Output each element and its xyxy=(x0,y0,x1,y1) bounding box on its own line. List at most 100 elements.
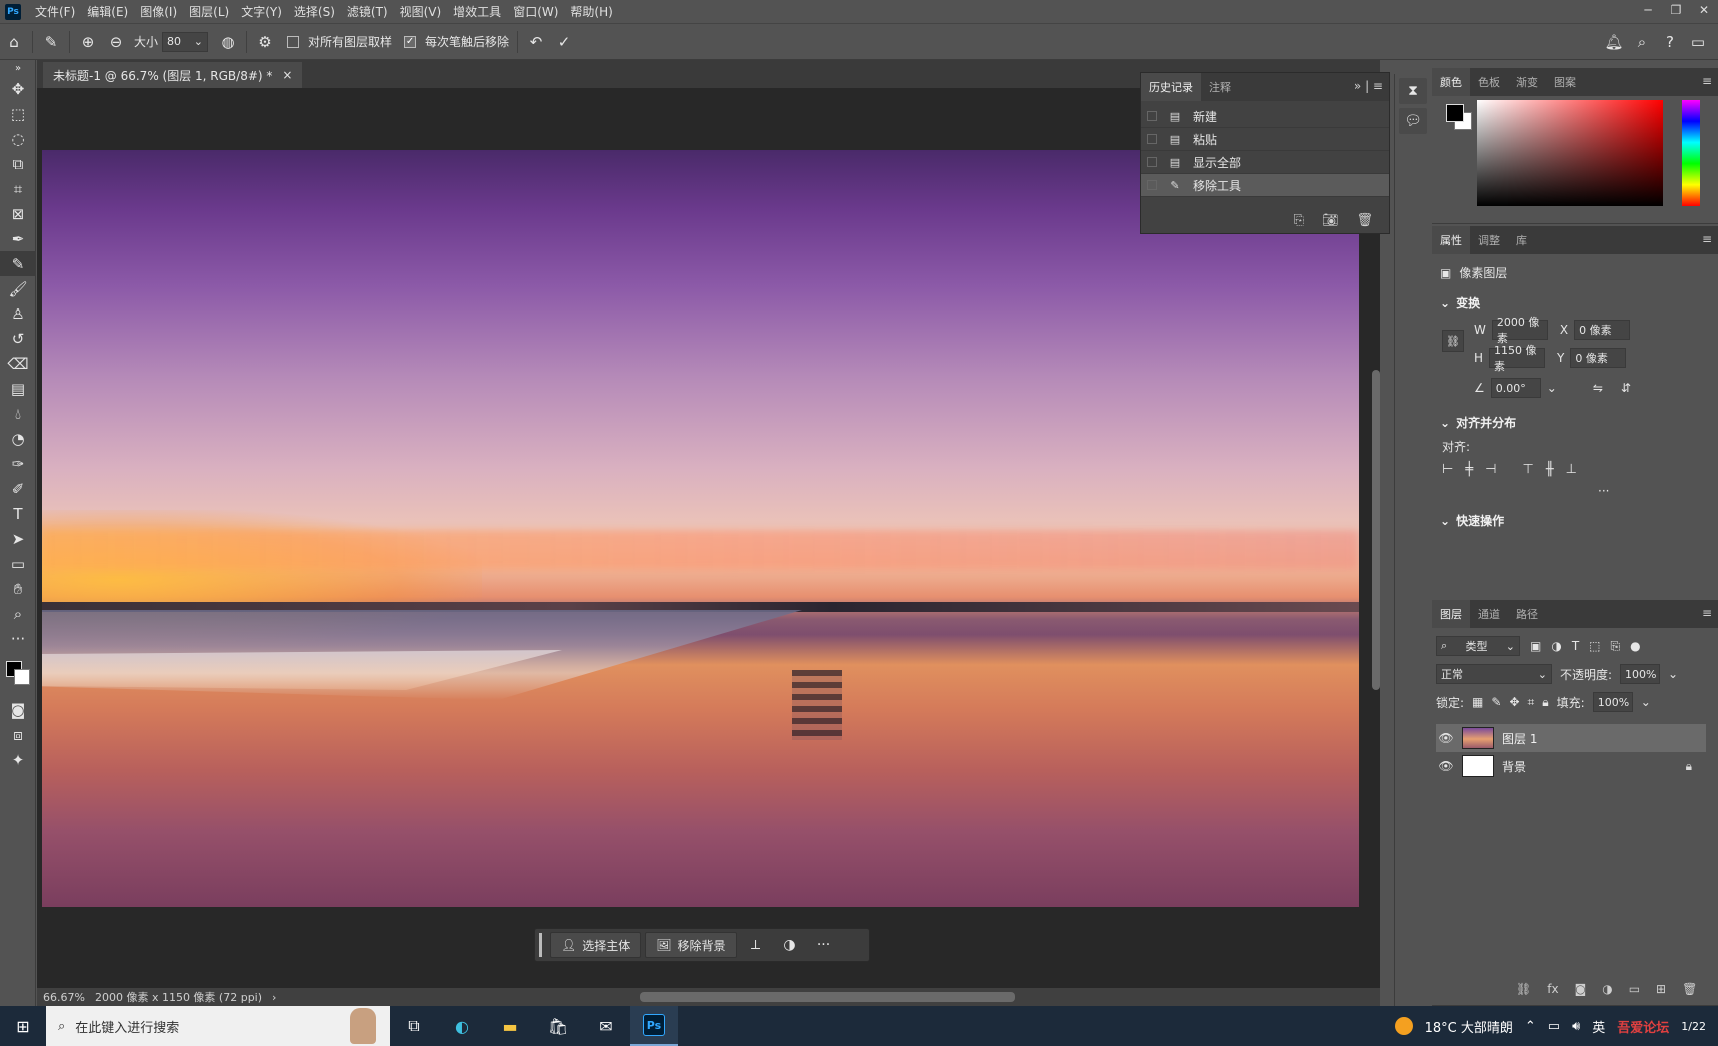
tab-paths[interactable]: 路径 xyxy=(1508,600,1546,628)
home-icon[interactable]: ⌂ xyxy=(0,28,28,56)
pen-tool-icon[interactable]: ✑ xyxy=(0,451,36,476)
layer-filter-select[interactable]: ⌕ 类型 ⌄ xyxy=(1436,636,1520,656)
menu-file[interactable]: 文件(F) xyxy=(29,3,81,20)
collapse-icon[interactable]: » xyxy=(0,60,36,76)
menu-filter[interactable]: 滤镜(T) xyxy=(341,3,394,20)
tab-properties[interactable]: 属性 xyxy=(1432,226,1470,254)
transform-icon[interactable]: ⟂ xyxy=(741,932,771,958)
bell-icon[interactable]: 🔔︎ xyxy=(1600,28,1628,56)
dodge-tool-icon[interactable]: ◔ xyxy=(0,426,36,451)
history-item[interactable]: ▤ 粘贴 xyxy=(1141,128,1389,151)
align-top-icon[interactable]: ⊤ xyxy=(1522,462,1533,477)
lock-position-icon[interactable]: ✥ xyxy=(1509,695,1519,709)
link-layers-icon[interactable]: ⛓ xyxy=(1516,982,1531,996)
drag-handle[interactable] xyxy=(539,933,542,957)
adjustment-layer-icon[interactable]: ◑ xyxy=(1602,982,1612,996)
chevron-down-icon[interactable]: ⌄ xyxy=(1547,381,1557,395)
select-subject-button[interactable]: 👤︎ 选择主体 xyxy=(550,932,642,958)
eye-icon[interactable]: 👁︎ xyxy=(1436,759,1456,773)
weather-text[interactable]: 18°C 大部晴朗 xyxy=(1425,1017,1513,1036)
link-icon[interactable]: ⛓ xyxy=(1442,330,1464,352)
transform-header[interactable]: ⌄ 变换 xyxy=(1440,294,1480,311)
taskbar-search[interactable]: ⌕ 在此键入进行搜索 xyxy=(46,1006,390,1046)
chevron-up-icon[interactable]: ⌃ xyxy=(1525,1019,1536,1034)
history-item[interactable]: ▤ 显示全部 xyxy=(1141,151,1389,174)
chevron-right-icon[interactable]: › xyxy=(272,991,276,1004)
menu-type[interactable]: 文字(Y) xyxy=(235,3,288,20)
more-align-options-icon[interactable]: ··· xyxy=(1598,484,1609,498)
flip-horizontal-icon[interactable]: ⇋ xyxy=(1593,381,1603,395)
opacity-input[interactable]: 100% xyxy=(1620,664,1661,684)
sample-all-layers-checkbox[interactable] xyxy=(287,35,300,48)
eye-icon[interactable]: 👁︎ xyxy=(1436,731,1456,745)
stamp-tool-icon[interactable]: ♙ xyxy=(0,301,36,326)
horizontal-scrollbar[interactable] xyxy=(640,992,1015,1002)
vertical-scrollbar[interactable] xyxy=(1372,370,1380,690)
tab-libraries[interactable]: 库 xyxy=(1508,226,1535,254)
lock-pixels-icon[interactable]: ✎ xyxy=(1491,695,1501,709)
history-item[interactable]: ▤ 新建 xyxy=(1141,105,1389,128)
lock-artboard-icon[interactable]: ⌗ xyxy=(1528,695,1535,710)
panel-menu-icon[interactable]: ≡ xyxy=(1702,606,1712,620)
history-item[interactable]: ✎ 移除工具 xyxy=(1141,174,1389,197)
screen-mode-icon[interactable]: ⧈ xyxy=(0,722,36,747)
add-mask-icon[interactable]: ◙ xyxy=(1575,982,1587,996)
fx-icon[interactable]: fx xyxy=(1547,982,1558,996)
ime-indicator[interactable]: 英 xyxy=(1592,1017,1605,1036)
zoom-level[interactable]: 66.67% xyxy=(43,991,85,1004)
menu-window[interactable]: 窗口(W) xyxy=(507,3,564,20)
move-tool-icon[interactable]: ✥ xyxy=(0,76,36,101)
type-tool-icon[interactable]: T xyxy=(0,501,36,526)
remove-tool-preset-icon[interactable]: ✎ xyxy=(37,28,65,56)
tab-swatches[interactable]: 色板 xyxy=(1470,68,1508,96)
quick-mask-icon[interactable]: ◙ xyxy=(0,697,36,722)
object-select-tool-icon[interactable]: ⧉ xyxy=(0,151,36,176)
clock-date[interactable]: 1/22 xyxy=(1681,1020,1706,1033)
align-left-icon[interactable]: ⊢ xyxy=(1442,462,1453,477)
volume-icon[interactable]: 🔊︎ xyxy=(1572,1019,1580,1034)
brush-tool-icon[interactable]: 🖌︎ xyxy=(0,276,36,301)
eraser-tool-icon[interactable]: ⌫ xyxy=(0,351,36,376)
restore-button[interactable]: ❐ xyxy=(1662,0,1690,20)
filter-type-icon[interactable]: T xyxy=(1572,639,1579,653)
subtract-mode-icon[interactable]: ⊖ xyxy=(102,28,130,56)
flip-vertical-icon[interactable]: ⇵ xyxy=(1621,381,1631,395)
checkmark-icon[interactable]: ✓ xyxy=(550,28,578,56)
lock-icon[interactable]: 🔒︎ xyxy=(1686,759,1692,774)
menu-image[interactable]: 图像(I) xyxy=(134,3,183,20)
gear-icon[interactable]: ⚙ xyxy=(251,28,279,56)
new-layer-icon[interactable]: ⊞ xyxy=(1656,982,1666,996)
document-info[interactable]: 2000 像素 x 1150 像素 (72 ppi) xyxy=(95,989,262,1005)
panel-menu-icon[interactable]: » | ≡ xyxy=(1354,79,1383,93)
layer-row[interactable]: 👁︎ 背景 🔒︎ xyxy=(1436,752,1706,780)
more-options-button[interactable]: ··· xyxy=(809,932,839,958)
layer-row[interactable]: 👁︎ 图层 1 xyxy=(1436,724,1706,752)
hand-tool-icon[interactable]: ✋︎ xyxy=(0,576,36,601)
color-field[interactable] xyxy=(1477,100,1663,206)
eyedropper-tool-icon[interactable]: ✒ xyxy=(0,226,36,251)
new-document-from-state-icon[interactable]: ⎘ xyxy=(1294,213,1304,228)
fill-input[interactable]: 100% xyxy=(1592,692,1633,712)
crop-tool-icon[interactable]: ⌗ xyxy=(0,176,36,201)
tab-layers[interactable]: 图层 xyxy=(1432,600,1470,628)
lasso-tool-icon[interactable]: ◌ xyxy=(0,126,36,151)
search-icon[interactable]: ⌕ xyxy=(1628,28,1656,56)
chevron-down-icon[interactable]: ⌄ xyxy=(1668,667,1678,681)
close-window-button[interactable]: ✕ xyxy=(1690,0,1718,20)
align-hcenter-icon[interactable]: ╪ xyxy=(1465,462,1473,477)
tab-history[interactable]: 历史记录 xyxy=(1141,73,1201,101)
menu-plugins[interactable]: 增效工具 xyxy=(447,3,507,20)
generate-icon[interactable]: ✦ xyxy=(0,747,36,772)
panel-menu-icon[interactable]: ≡ xyxy=(1702,74,1712,88)
group-folder-icon[interactable]: ▭ xyxy=(1629,982,1640,996)
adjustment-icon[interactable]: ◑ xyxy=(775,932,805,958)
snapshot-checkbox[interactable] xyxy=(1147,157,1157,167)
menu-help[interactable]: 帮助(H) xyxy=(564,3,618,20)
foreground-color-swatch[interactable] xyxy=(1446,104,1464,122)
zoom-tool-icon[interactable]: ⌕ xyxy=(0,601,36,626)
filter-toggle-icon[interactable]: ● xyxy=(1630,639,1640,653)
y-input[interactable]: 0 像素 xyxy=(1570,348,1627,368)
snapshot-checkbox[interactable] xyxy=(1147,111,1157,121)
menu-edit[interactable]: 编辑(E) xyxy=(81,3,134,20)
menu-select[interactable]: 选择(S) xyxy=(288,3,341,20)
